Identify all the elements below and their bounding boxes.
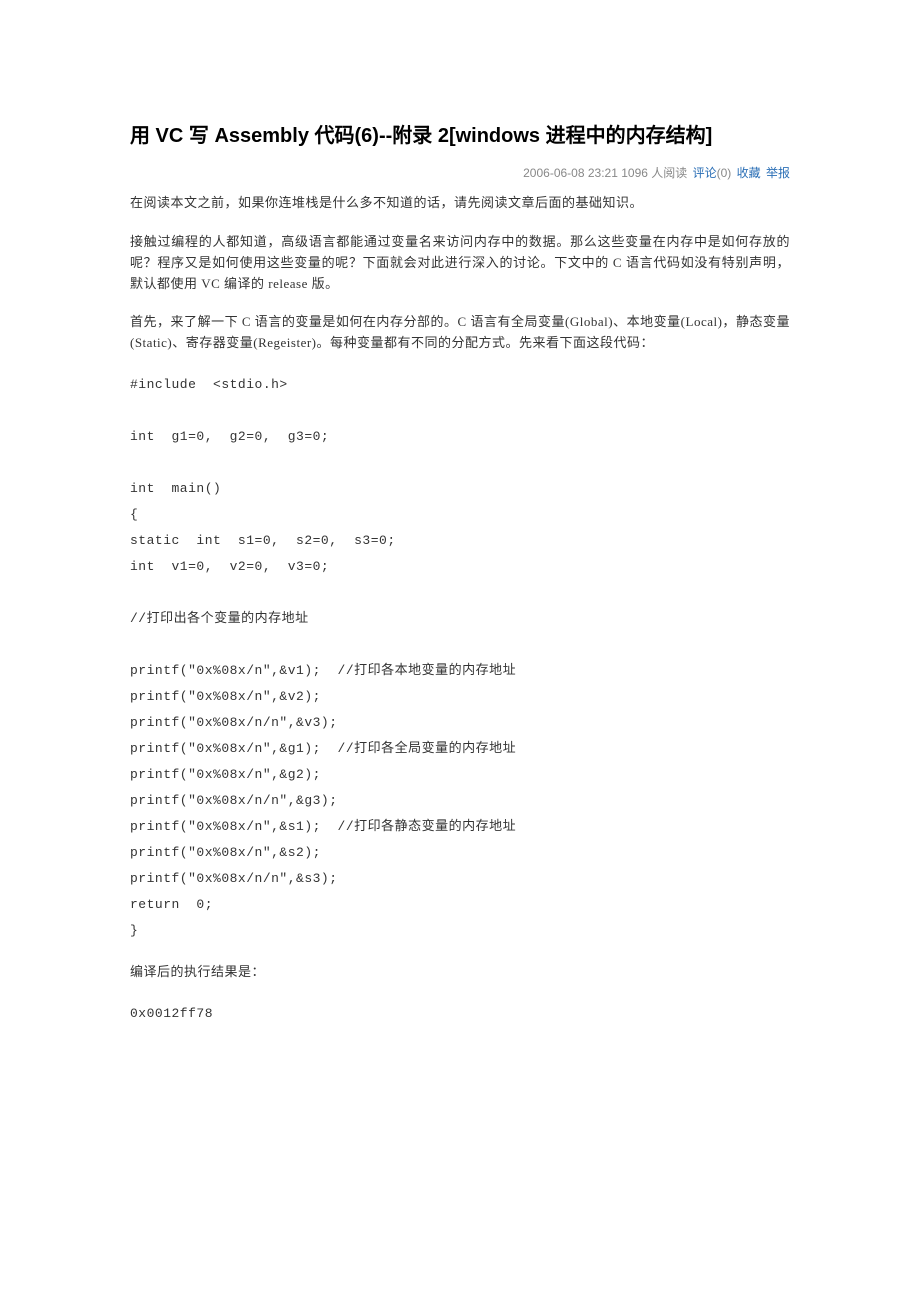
paragraph: 首先，来了解一下 C 语言的变量是如何在内存分部的。C 语言有全局变量(Glob… <box>130 312 790 354</box>
code-block: #include <stdio.h> int g1=0, g2=0, g3=0;… <box>130 372 790 944</box>
paragraph: 编译后的执行结果是： <box>130 962 790 983</box>
paragraph: 接触过编程的人都知道，高级语言都能通过变量名来访问内存中的数据。那么这些变量在内… <box>130 232 790 294</box>
report-link[interactable]: 举报 <box>766 166 790 180</box>
post-datetime: 2006-06-08 23:21 <box>523 166 618 180</box>
favorite-link[interactable]: 收藏 <box>737 166 761 180</box>
post-meta: 2006-06-08 23:21 1096 人阅读 评论(0) 收藏 举报 <box>130 164 790 183</box>
result-output: 0x0012ff78 <box>130 1001 790 1027</box>
paragraph: 在阅读本文之前，如果你连堆栈是什么多不知道的话，请先阅读文章后面的基础知识。 <box>130 193 790 214</box>
page-title: 用 VC 写 Assembly 代码(6)--附录 2[windows 进程中的… <box>130 120 790 152</box>
comments-link[interactable]: 评论 <box>693 166 717 180</box>
post-reads: 1096 人阅读 <box>621 166 687 180</box>
comments-count: (0) <box>717 166 732 180</box>
article-content: 在阅读本文之前，如果你连堆栈是什么多不知道的话，请先阅读文章后面的基础知识。 接… <box>130 193 790 1027</box>
